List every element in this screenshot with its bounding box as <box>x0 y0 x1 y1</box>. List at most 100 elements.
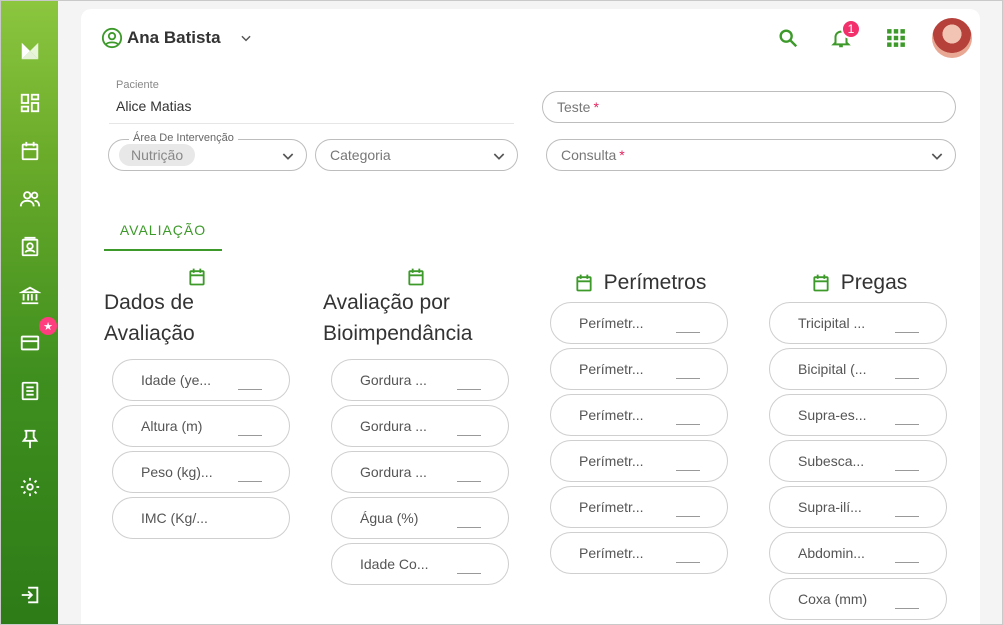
user-selector[interactable]: Ana Batista <box>101 27 253 49</box>
field-label: Gordura ... <box>360 464 427 480</box>
value-line <box>238 389 262 390</box>
measure-field[interactable]: Gordura ... <box>331 405 509 447</box>
value-line <box>676 562 700 563</box>
measure-field[interactable]: Perímetr... <box>550 394 728 436</box>
measure-field[interactable]: Bicipital (... <box>769 348 947 390</box>
value-line <box>676 378 700 379</box>
measure-field[interactable]: Perímetr... <box>550 348 728 390</box>
measure-field[interactable]: Perímetr... <box>550 440 728 482</box>
users-icon[interactable] <box>16 185 44 213</box>
measure-field[interactable]: Abdomin... <box>769 532 947 574</box>
teste-placeholder: Teste <box>557 99 591 115</box>
value-line <box>895 470 919 471</box>
consulta-required-mark: * <box>619 147 625 163</box>
app-frame: ★ Ana Batista 1 Paciente Alice Matias Te… <box>0 0 1003 625</box>
section-title: Pregas <box>769 267 949 298</box>
consulta-select[interactable]: Consulta * <box>546 139 956 171</box>
measure-field[interactable]: Supra-es... <box>769 394 947 436</box>
section-title-line: Avaliação por <box>323 291 450 314</box>
measure-field[interactable]: Gordura ... <box>331 451 509 493</box>
paciente-label: Paciente <box>116 79 159 91</box>
field-label: Bicipital (... <box>798 361 867 377</box>
logout-icon[interactable] <box>16 581 44 609</box>
measure-field[interactable]: Água (%) <box>331 497 509 539</box>
sidebar: ★ <box>1 1 58 624</box>
section-title: Dados de Avaliação <box>104 287 304 349</box>
field-label: IMC (Kg/... <box>141 510 208 526</box>
avatar[interactable] <box>932 18 972 58</box>
contacts-icon[interactable] <box>16 233 44 261</box>
card-icon[interactable] <box>16 329 44 357</box>
logo-icon[interactable] <box>16 37 44 65</box>
value-line <box>676 470 700 471</box>
value-line <box>457 573 481 574</box>
paciente-underline <box>109 123 514 124</box>
measure-field[interactable]: IMC (Kg/... <box>112 497 290 539</box>
area-intervencao-label: Área De Intervenção <box>129 132 238 144</box>
field-label: Perímetr... <box>579 453 644 469</box>
search-icon[interactable] <box>775 25 801 51</box>
star-icon: ★ <box>39 317 57 335</box>
calendar-icon <box>90 267 304 287</box>
measure-field[interactable]: Altura (m) <box>112 405 290 447</box>
measure-field[interactable]: Perímetr... <box>550 302 728 344</box>
dashboard-icon[interactable] <box>16 89 44 117</box>
fields-perimetros: Perímetr... Perímetr... Perímetr... Perí… <box>550 302 728 578</box>
section-title: Perímetros <box>550 267 730 298</box>
field-label: Coxa (mm) <box>798 591 868 607</box>
field-label: Perímetr... <box>579 545 644 561</box>
list-icon[interactable] <box>16 377 44 405</box>
pin-icon[interactable] <box>16 425 44 453</box>
bank-icon[interactable] <box>16 281 44 309</box>
area-chip: Nutrição <box>119 144 196 166</box>
apps-grid-icon[interactable] <box>883 25 909 51</box>
section-perimetros: Perímetros <box>550 267 730 298</box>
paciente-value: Alice Matias <box>116 98 192 114</box>
consulta-placeholder: Consulta <box>561 147 617 163</box>
measure-field[interactable]: Subesca... <box>769 440 947 482</box>
field-label: Gordura ... <box>360 418 427 434</box>
section-title-text: Perímetros <box>603 271 707 294</box>
field-label: Supra-es... <box>798 407 867 423</box>
measure-field[interactable]: Perímetr... <box>550 532 728 574</box>
field-label: Perímetr... <box>579 315 644 331</box>
user-name: Ana Batista <box>127 28 221 47</box>
section-title: Avaliação por Bioimpendância <box>323 287 523 349</box>
measure-field[interactable]: Coxa (mm) <box>769 578 947 620</box>
value-line <box>895 332 919 333</box>
calendar-icon <box>309 267 523 287</box>
field-label: Altura (m) <box>141 418 203 434</box>
field-label: Idade (ye... <box>141 372 212 388</box>
value-line <box>895 424 919 425</box>
measure-field[interactable]: Idade (ye... <box>112 359 290 401</box>
field-label: Idade Co... <box>360 556 429 572</box>
field-label: Perímetr... <box>579 499 644 515</box>
chevron-down-icon <box>240 35 251 42</box>
calendar-icon[interactable] <box>16 137 44 165</box>
tab-avaliacao[interactable]: AVALIAÇÃO <box>104 211 222 251</box>
main-panel: Ana Batista 1 Paciente Alice Matias Test… <box>81 9 980 624</box>
field-label: Perímetr... <box>579 407 644 423</box>
field-label: Peso (kg)... <box>141 464 213 480</box>
value-line <box>676 424 700 425</box>
measure-field[interactable]: Tricipital ... <box>769 302 947 344</box>
chevron-down-icon <box>931 153 943 160</box>
measure-field[interactable]: Peso (kg)... <box>112 451 290 493</box>
value-line <box>676 516 700 517</box>
top-bar: Ana Batista 1 <box>81 9 980 67</box>
value-line <box>238 435 262 436</box>
measure-field[interactable]: Perímetr... <box>550 486 728 528</box>
section-title-line: Avaliação <box>104 322 195 345</box>
categoria-select[interactable]: Categoria <box>315 139 518 171</box>
gear-icon[interactable] <box>16 473 44 501</box>
value-line <box>895 562 919 563</box>
measure-field[interactable]: Supra-ilí... <box>769 486 947 528</box>
value-line <box>676 332 700 333</box>
measure-field[interactable]: Idade Co... <box>331 543 509 585</box>
teste-required-mark: * <box>593 99 599 115</box>
calendar-icon <box>813 274 829 291</box>
value-line <box>895 516 919 517</box>
teste-field[interactable]: Teste * <box>542 91 956 123</box>
measure-field[interactable]: Gordura ... <box>331 359 509 401</box>
field-label: Subesca... <box>798 453 865 469</box>
